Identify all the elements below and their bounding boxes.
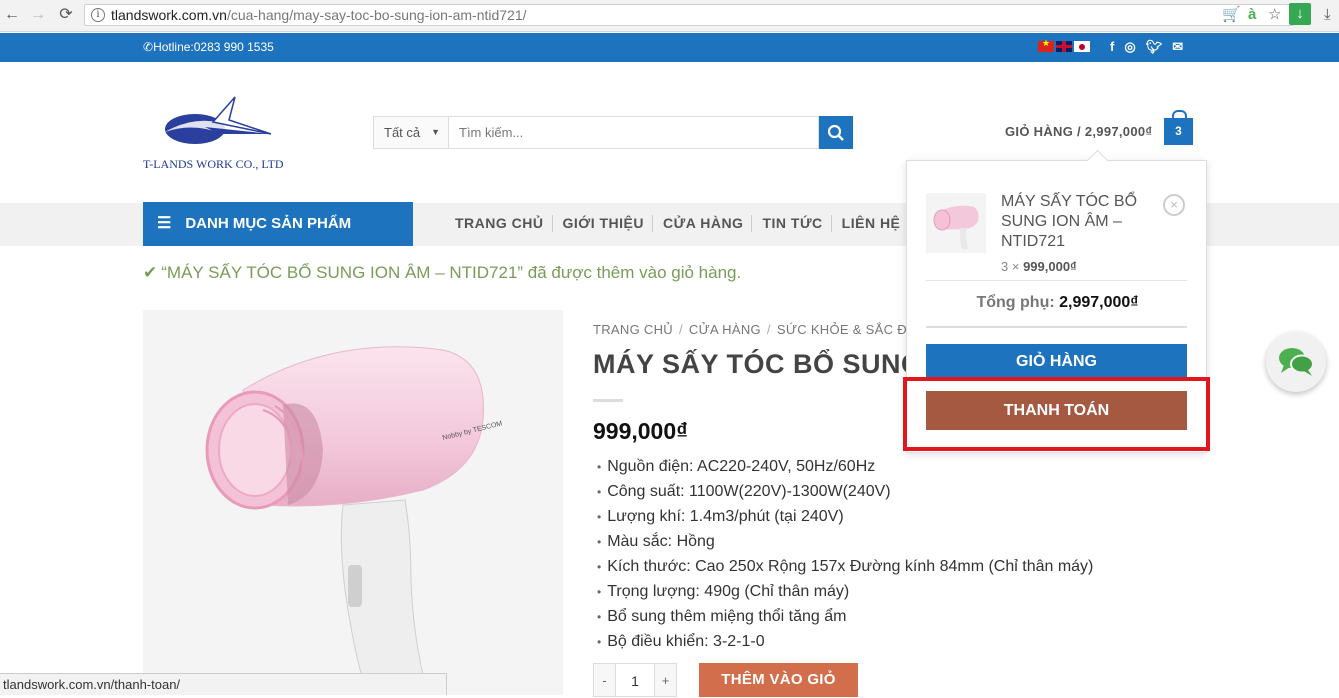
nav-home[interactable]: TRANG CHỦ [455,215,553,232]
social-links: f ◎ 🐦︎ ✉ [1110,39,1183,55]
download-extension-icon[interactable]: ↓ [1289,3,1311,25]
add-to-cart-button[interactable]: THÊM VÀO GIỎ [699,663,858,697]
spec-item: Bổ sung thêm miệng thổi tăng ẩm [597,606,1093,631]
mini-cart-subtotal: Tổng phụ: 2,997,000₫ [976,294,1139,311]
category-menu-button[interactable]: ☰ DANH MỤC SẢN PHẨM [143,202,413,246]
divider [926,280,1187,281]
reload-icon[interactable]: ⟳ [56,5,76,25]
japan-flag-icon[interactable] [1074,41,1090,52]
instagram-icon[interactable]: ◎ [1124,39,1135,55]
forward-arrow-icon[interactable]: → [28,5,48,25]
download-icon[interactable]: ⤓ [1324,6,1331,24]
info-icon[interactable]: i [91,8,105,22]
nav-links: TRANG CHỦ GIỚI THIỆU CỬA HÀNG TIN TỨC LI… [455,215,918,232]
url-host: tlandswork.com.vn [111,7,227,23]
spec-item: Công suất: 1100W(220V)-1300W(240V) [597,481,1093,506]
cart-count-badge[interactable]: 3 [1164,110,1193,145]
translate-extension-icon[interactable]: à [1248,6,1256,24]
mini-cart-item-qty: 3 × 999,000₫ [1001,259,1077,274]
menu-icon: ☰ [157,215,172,232]
hair-dryer-image: Nobby by TESCOM [205,346,503,695]
title-divider [593,399,623,402]
vietnam-flag-icon[interactable] [1038,38,1054,52]
checkmark-icon: ✔ [143,263,158,282]
search-button[interactable] [819,116,853,149]
breadcrumb-shop[interactable]: CỬA HÀNG [689,322,761,337]
checkout-highlight-box [903,377,1210,451]
language-flags [1038,38,1090,52]
browser-toolbar: ← → ⟳ i tlandswork.com.vn/cua-hang/may-s… [0,0,1339,32]
product-price: 999,000₫ [593,418,688,444]
qty-input[interactable]: 1 [615,664,655,696]
spec-item: Lượng khí: 1.4m3/phút (tại 240V) [597,506,1093,531]
remove-item-icon[interactable]: × [1163,194,1185,216]
chat-icon [1279,348,1314,376]
hotline[interactable]: ✆Hotline:0283 990 1535 [143,40,274,54]
added-to-cart-notice: ✔ “MÁY SẤY TÓC BỔ SUNG ION ÂM – NTID721” … [143,263,742,282]
twitter-icon[interactable]: 🐦︎ [1146,39,1163,55]
breadcrumb-home[interactable]: TRANG CHỦ [593,322,673,337]
back-arrow-icon[interactable]: ← [2,5,22,25]
qty-minus-button[interactable]: - [594,664,615,696]
address-bar[interactable]: i tlandswork.com.vn/cua-hang/may-say-toc… [84,4,1294,26]
product-specs: Nguồn điện: AC220-240V, 50Hz/60Hz Công s… [597,456,1093,656]
chat-widget-button[interactable] [1266,332,1326,392]
cart-link[interactable]: GIỎ HÀNG / 2,997,000₫ [1005,124,1152,139]
search-icon [827,124,844,141]
product-image[interactable]: Nobby by TESCOM [143,310,563,695]
spec-item: Trọng lượng: 490g (Chỉ thân máy) [597,581,1093,606]
spec-item: Màu sắc: Hồng [597,531,1093,556]
nav-contact[interactable]: LIÊN HỆ [842,215,909,232]
spec-item: Kích thước: Cao 250x Rộng 157x Đường kín… [597,556,1093,581]
uk-flag-icon[interactable] [1056,41,1072,52]
nav-about[interactable]: GIỚI THIỆU [563,215,654,232]
browser-status-bar: tlandswork.com.vn/thanh-toan/ [0,673,447,695]
mini-cart-thumbnail[interactable] [926,193,986,253]
cart-extension-icon[interactable]: 🛒 [1222,6,1241,24]
qty-plus-button[interactable]: + [655,664,676,696]
search-category-select[interactable]: Tất cả ▼ [373,116,448,149]
spec-item: Bộ điều khiển: 3-2-1-0 [597,631,1093,656]
bookmark-star-icon[interactable]: ☆ [1268,6,1281,24]
facebook-icon[interactable]: f [1110,39,1114,55]
logo-text: T-LANDS WORK CO., LTD [143,157,284,171]
url-path: /cua-hang/may-say-toc-bo-sung-ion-am-nti… [226,7,527,23]
view-cart-button[interactable]: GIỎ HÀNG [926,344,1187,380]
spec-item: Nguồn điện: AC220-240V, 50Hz/60Hz [597,456,1093,481]
email-icon[interactable]: ✉ [1172,39,1183,55]
nav-news[interactable]: TIN TỨC [762,215,832,232]
breadcrumb: TRANG CHỦ / CỬA HÀNG / SỨC KHỎE & SẮC ĐẸ [593,322,916,337]
nav-shop[interactable]: CỬA HÀNG [663,215,753,232]
quantity-stepper: - 1 + [593,663,677,697]
top-bar: ✆Hotline:0283 990 1535 f ◎ 🐦︎ ✉ [0,33,1339,62]
search-input[interactable] [448,116,819,149]
mini-cart-item-name[interactable]: MÁY SẤY TÓC BỔ SUNG ION ÂM – NTID721 [1001,192,1151,252]
breadcrumb-category[interactable]: SỨC KHỎE & SẮC ĐẸ [777,322,916,337]
divider [926,326,1187,328]
chevron-down-icon: ▼ [431,127,440,137]
